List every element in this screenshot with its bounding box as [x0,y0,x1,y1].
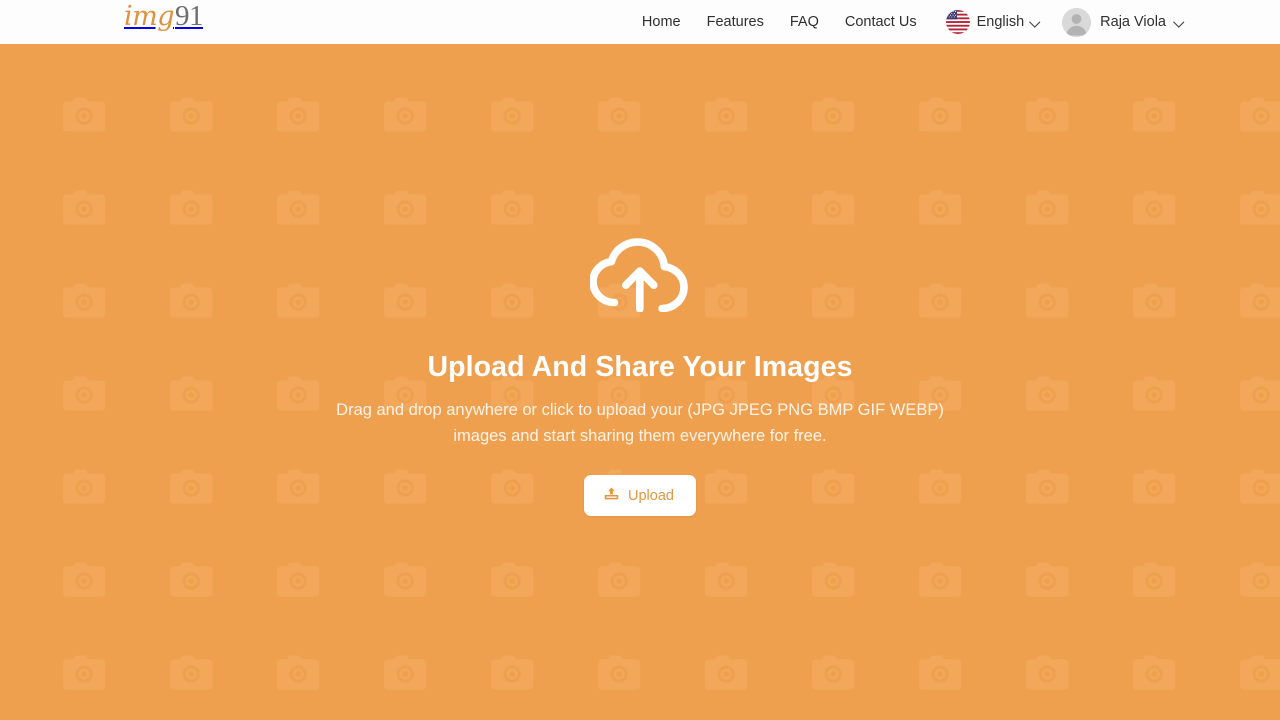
upload-arrow-icon [604,486,619,505]
hero-subtitle-line-1: Drag and drop anywhere or click to uploa… [336,401,944,420]
hero-subtitle-line-2: images and start sharing them everywhere… [453,426,827,445]
nav-link-faq[interactable]: FAQ [777,0,832,44]
camera-pattern-background [0,44,1280,720]
chevron-down-icon [1031,18,1040,27]
language-selector[interactable]: English [945,10,1041,34]
chevron-down-icon [1175,18,1184,27]
logo-text-91: 91 [175,0,204,32]
upload-button[interactable]: Upload [584,475,696,517]
avatar [1062,7,1092,37]
page-title: Upload And Share Your Images [427,350,853,383]
nav-link-home[interactable]: Home [629,0,694,44]
nav-link-contact-us[interactable]: Contact Us [832,0,930,44]
hero-content: Upload And Share Your Images Drag and dr… [0,238,1280,517]
site-logo[interactable]: img 91 [124,0,204,32]
logo-text-img: img [124,1,175,32]
user-name-label: Raja Viola [1100,14,1166,30]
upload-button-label: Upload [628,487,674,504]
cloud-upload-icon [0,238,1280,317]
nav-link-features[interactable]: Features [694,0,777,44]
hero-subtitle: Drag and drop anywhere or click to uploa… [320,398,960,449]
upload-dropzone[interactable]: Upload And Share Your Images Drag and dr… [0,44,1280,720]
site-header: img 91 Home Features FAQ Contact Us Engl… [0,0,1280,44]
main-navigation: Home Features FAQ Contact Us English Raj… [629,0,1280,44]
us-flag-icon [945,10,970,34]
language-label: English [976,14,1025,30]
user-menu[interactable]: Raja Viola [1062,7,1184,37]
